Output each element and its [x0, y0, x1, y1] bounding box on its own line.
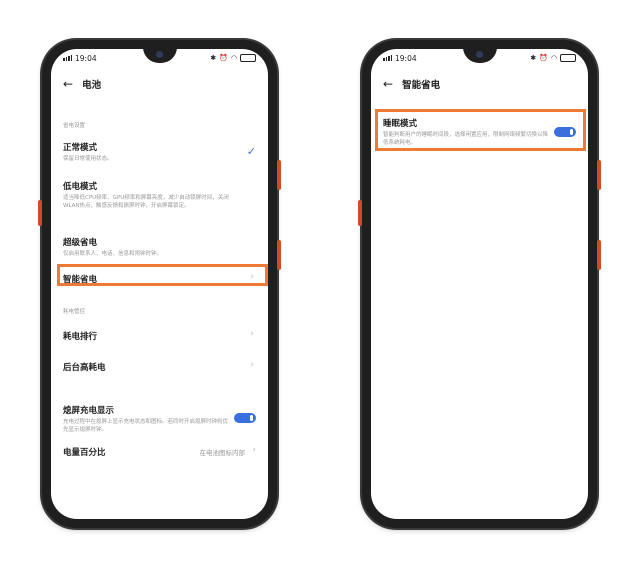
screen-off-charging-title: 熄屏充电显示: [63, 406, 115, 416]
check-icon: ✓: [246, 145, 256, 158]
side-button: [277, 240, 281, 270]
chevron-right-icon: ›: [250, 360, 254, 370]
usage-ranking-item[interactable]: 耗电排行 ›: [63, 329, 256, 342]
phone-right: 19:04 ✱ ⏰ ◠ ← 智能省电 睡眠模式 智能判断用户的睡眠时间段，选择闲…: [358, 40, 601, 528]
back-arrow-icon[interactable]: ←: [383, 77, 393, 91]
bluetooth-icon: ✱: [210, 54, 217, 62]
wifi-icon: ◠: [230, 54, 237, 62]
mode-normal[interactable]: 正常模式 保留日常使用状态。 ✓: [63, 141, 256, 164]
page-title: 智能省电: [402, 80, 441, 91]
phone-left: 19:04 ✱ ⏰ ◠ ← 电池 省电设置 正常模式 保留日常使用状态。 ✓ 低…: [38, 40, 281, 528]
section-label-power: 省电设置: [63, 123, 86, 129]
mode-low-power[interactable]: 低电模式 适当降低CPU频率、GPU频率和屏幕亮度，减少自动锁屏时间，关闭WLA…: [63, 180, 256, 210]
mode-normal-title: 正常模式: [63, 143, 98, 153]
side-button: [597, 240, 601, 270]
status-time: 19:04: [395, 53, 417, 63]
bluetooth-icon: ✱: [530, 54, 537, 62]
mode-super-saver-title: 超级省电: [63, 238, 98, 248]
mode-low-power-title: 低电模式: [63, 182, 98, 192]
screen-off-charging-desc: 充电过程中在熄屏上显示充电状态和图标。若同时开启熄屏时钟则优先显示熄屏时钟。: [63, 419, 229, 433]
alarm-icon: ⏰: [539, 54, 548, 62]
signal-icon: [383, 55, 392, 61]
power-button: [277, 160, 281, 190]
status-time: 19:04: [75, 53, 97, 63]
battery-icon: [240, 54, 256, 62]
chevron-right-icon: ›: [252, 445, 256, 455]
mode-low-power-desc: 适当降低CPU频率、GPU频率和屏幕亮度，减少自动锁屏时间，关闭WLAN热点，触…: [63, 195, 229, 209]
background-drain-item[interactable]: 后台高耗电 ›: [63, 360, 256, 373]
volume-button: [358, 200, 362, 226]
chevron-right-icon: ›: [250, 329, 254, 339]
battery-icon: [560, 54, 576, 62]
alarm-icon: ⏰: [219, 54, 228, 62]
battery-settings-screen: 19:04 ✱ ⏰ ◠ ← 电池 省电设置 正常模式 保留日常使用状态。 ✓ 低…: [51, 49, 268, 519]
usage-ranking-title: 耗电排行: [63, 332, 98, 342]
background-drain-title: 后台高耗电: [63, 363, 106, 373]
page-header: ← 电池: [63, 75, 101, 93]
section-label-usage: 耗电管控: [63, 309, 86, 315]
volume-button: [38, 200, 42, 226]
page-title: 电池: [82, 80, 102, 91]
power-button: [597, 160, 601, 190]
mode-super-saver[interactable]: 超级省电 仅启用联系人、电话、信息和闹钟时钟。: [63, 236, 256, 259]
battery-percent-value: 在电池图标内部: [199, 449, 246, 457]
mode-super-saver-desc: 仅启用联系人、电话、信息和闹钟时钟。: [63, 251, 163, 257]
wifi-icon: ◠: [550, 54, 557, 62]
mode-normal-desc: 保留日常使用状态。: [63, 156, 113, 162]
status-bar: 19:04 ✱ ⏰ ◠: [383, 52, 576, 64]
screen-off-charging-toggle[interactable]: [234, 413, 256, 423]
screen-off-charging-item[interactable]: 熄屏充电显示 充电过程中在熄屏上显示充电状态和图标。若同时开启熄屏时钟则优先显示…: [63, 404, 256, 434]
back-arrow-icon[interactable]: ←: [63, 77, 73, 91]
signal-icon: [63, 55, 72, 61]
status-bar: 19:04 ✱ ⏰ ◠: [63, 52, 256, 64]
smart-saver-screen: 19:04 ✱ ⏰ ◠ ← 智能省电 睡眠模式 智能判断用户的睡眠时间段，选择闲…: [371, 49, 588, 519]
page-header: ← 智能省电: [383, 75, 440, 93]
highlight-box: [57, 264, 268, 286]
highlight-box: [375, 109, 586, 151]
